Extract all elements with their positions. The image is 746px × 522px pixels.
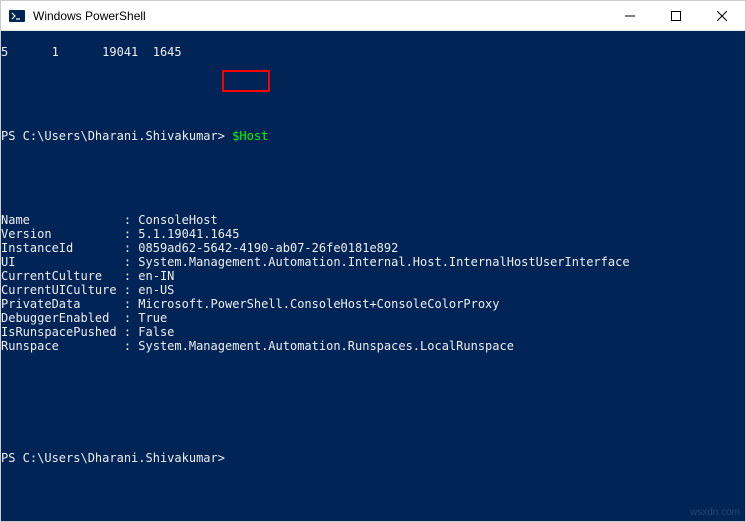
blank-line bbox=[1, 185, 745, 199]
output-line: 5 1 19041 1645 bbox=[1, 45, 745, 59]
output-field: Version : 5.1.19041.1645 bbox=[1, 227, 745, 241]
output-field: CurrentCulture : en-IN bbox=[1, 269, 745, 283]
watermark: wsxdn.com bbox=[690, 507, 740, 518]
output-field: InstanceId : 0859ad62-5642-4190-ab07-26f… bbox=[1, 241, 745, 255]
output-field: PrivateData : Microsoft.PowerShell.Conso… bbox=[1, 297, 745, 311]
blank-line bbox=[1, 367, 745, 381]
window-controls bbox=[607, 1, 745, 31]
blank-line bbox=[1, 73, 745, 87]
blank-line bbox=[1, 423, 745, 437]
titlebar[interactable]: Windows PowerShell bbox=[1, 1, 745, 31]
host-output: Name : ConsoleHostVersion : 5.1.19041.16… bbox=[1, 213, 745, 353]
blank-line bbox=[1, 395, 745, 409]
prompt-line: PS C:\Users\Dharani.Shivakumar> bbox=[1, 451, 745, 465]
output-field: IsRunspacePushed : False bbox=[1, 325, 745, 339]
output-field: Name : ConsoleHost bbox=[1, 213, 745, 227]
output-field: Runspace : System.Management.Automation.… bbox=[1, 339, 745, 353]
command-text: $Host bbox=[232, 129, 268, 143]
prompt-prefix: PS C:\Users\Dharani.Shivakumar> bbox=[1, 129, 232, 143]
terminal-area[interactable]: 5 1 19041 1645 PS C:\Users\Dharani.Shiva… bbox=[1, 31, 745, 521]
blank-line bbox=[1, 157, 745, 171]
output-field: DebuggerEnabled : True bbox=[1, 311, 745, 325]
minimize-button[interactable] bbox=[607, 1, 653, 31]
blank-line bbox=[1, 101, 745, 115]
output-field: CurrentUICulture : en-US bbox=[1, 283, 745, 297]
powershell-window: Windows PowerShell 5 1 19041 1645 PS C:\… bbox=[0, 0, 746, 522]
close-button[interactable] bbox=[699, 1, 745, 31]
output-field: UI : System.Management.Automation.Intern… bbox=[1, 255, 745, 269]
window-title: Windows PowerShell bbox=[33, 9, 607, 23]
maximize-button[interactable] bbox=[653, 1, 699, 31]
prompt-prefix: PS C:\Users\Dharani.Shivakumar> bbox=[1, 451, 225, 465]
powershell-icon bbox=[9, 8, 25, 24]
prompt-line: PS C:\Users\Dharani.Shivakumar> $Host bbox=[1, 129, 745, 143]
